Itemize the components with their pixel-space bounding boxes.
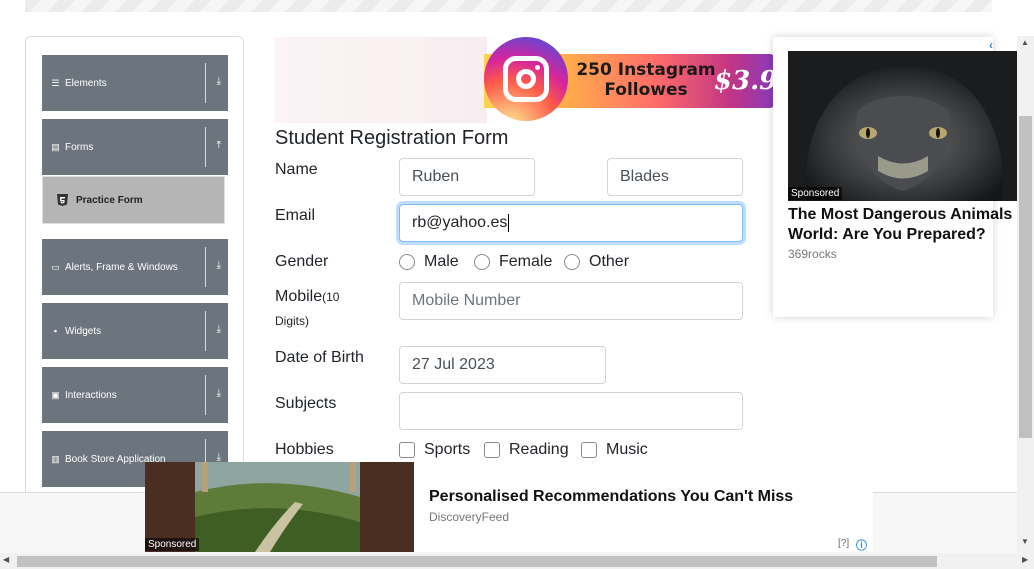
hobby-music-checkbox[interactable]: Music — [581, 441, 648, 459]
ad-headline[interactable]: The Most Dangerous Animals World: Are Yo… — [788, 205, 1016, 245]
expand-arrow-icon: ⤓ — [216, 388, 221, 399]
mobile-number-input[interactable]: Mobile Number — [399, 282, 743, 320]
ad-background — [275, 37, 487, 123]
sidebar-group-alerts[interactable]: ▭ Alerts, Frame & Windows ⤓ — [42, 239, 228, 295]
library-icon: ▥ — [51, 453, 60, 464]
mobile-label-text: Mobile — [275, 288, 323, 305]
email-label: Email — [275, 207, 316, 224]
ad-info-icon[interactable]: [?] — [838, 538, 849, 549]
expand-arrow-icon: ⤓ — [216, 76, 221, 87]
sidebar-item-label: Practice Form — [76, 194, 143, 206]
grid-icon: ▪ — [53, 325, 58, 336]
divider — [205, 375, 206, 415]
gender-other-radio[interactable]: Other — [564, 253, 629, 271]
email-input[interactable]: rb@yahoo.es — [399, 204, 743, 242]
email-value: rb@yahoo.es — [412, 214, 508, 231]
scrollbar-thumb[interactable] — [1019, 116, 1032, 438]
radio-button[interactable] — [399, 254, 415, 270]
ad-headline[interactable]: Personalised Recommendations You Can't M… — [429, 488, 793, 506]
window-icon: ▭ — [51, 261, 60, 272]
sidebar-group-elements[interactable]: ☰ Elements ⤓ — [42, 55, 228, 111]
sidebar-group-widgets[interactable]: ▪ Widgets ⤓ — [42, 303, 228, 359]
name-label: Name — [275, 161, 318, 178]
gender-female-radio[interactable]: Female — [474, 253, 552, 271]
scroll-right-icon[interactable]: ▶ — [1022, 555, 1028, 564]
ad-image[interactable] — [788, 51, 1017, 201]
gender-label: Gender — [275, 253, 329, 270]
scroll-up-icon[interactable]: ▲ — [1021, 38, 1029, 47]
hobbies-label: Hobbies — [275, 441, 334, 458]
sidebar-group-interactions[interactable]: ▣ Interactions ⤓ — [42, 367, 228, 423]
text-caret — [508, 214, 510, 232]
horizontal-scrollbar[interactable]: ◀ ▶ — [0, 553, 1034, 569]
document-icon: ▤ — [51, 141, 60, 152]
radio-button[interactable] — [564, 254, 580, 270]
sidebar-group-forms[interactable]: ▤ Forms ⤒ — [42, 119, 228, 175]
checkbox[interactable] — [581, 442, 597, 458]
sidebar-group-label: Alerts, Frame & Windows — [65, 261, 178, 273]
radio-label: Male — [424, 253, 459, 270]
radio-label: Other — [589, 253, 630, 270]
date-of-birth-input[interactable]: 27 Jul 2023 — [399, 346, 606, 384]
sidebar-group-label: Interactions — [65, 389, 117, 401]
mobile-label: Mobile(10 Digits) — [275, 285, 375, 333]
first-name-input[interactable]: Ruben — [399, 158, 535, 196]
sidebar-group-label: Elements — [65, 77, 107, 89]
radio-label: Female — [499, 253, 553, 270]
scroll-down-icon[interactable]: ▼ — [1021, 537, 1029, 546]
gender-male-radio[interactable]: Male — [399, 253, 459, 271]
divider — [205, 63, 206, 103]
adchoices-icon[interactable]: ⓘ — [856, 537, 867, 553]
form-title: Student Registration Form — [275, 127, 509, 149]
hobby-sports-checkbox[interactable]: Sports — [399, 441, 470, 459]
ad-close-icon[interactable]: ‹ — [989, 38, 993, 52]
ad-source[interactable]: 369rocks — [788, 247, 837, 261]
sponsored-badge: Sponsored — [788, 187, 843, 200]
checkbox-label: Music — [606, 441, 648, 458]
subjects-label: Subjects — [275, 395, 337, 412]
last-name-input[interactable]: Blades — [607, 158, 743, 196]
subjects-input[interactable] — [399, 392, 743, 430]
checkbox[interactable] — [484, 442, 500, 458]
html5-icon — [57, 194, 68, 206]
radio-button[interactable] — [474, 254, 490, 270]
sidebar-group-label: Widgets — [65, 325, 102, 337]
checkbox-label: Reading — [509, 441, 569, 458]
dob-label: Date of Birth — [275, 349, 364, 366]
collapse-arrow-icon: ⤒ — [216, 140, 221, 151]
ad-source[interactable]: DiscoveryFeed — [429, 510, 509, 524]
hobby-reading-checkbox[interactable]: Reading — [484, 441, 569, 459]
menu-icon: ☰ — [51, 77, 60, 88]
vertical-scrollbar[interactable]: ▲ ▼ — [1017, 36, 1034, 556]
sidebar-item-practice-form[interactable]: Practice Form — [42, 176, 225, 224]
sidebar-group-label: Forms — [65, 141, 94, 153]
checkbox-label: Sports — [424, 441, 471, 458]
expand-arrow-icon: ⤓ — [216, 324, 221, 335]
sidebar: ☰ Elements ⤓ ▤ Forms ⤒ Practice Form ▭ A… — [25, 36, 244, 506]
divider — [205, 247, 206, 287]
divider — [205, 311, 206, 351]
instagram-logo-icon — [484, 37, 568, 121]
divider — [205, 127, 206, 167]
ad-text: 250 Instagram Followes — [576, 60, 716, 100]
checkbox[interactable] — [399, 442, 415, 458]
scroll-left-icon[interactable]: ◀ — [3, 555, 9, 564]
scrollbar-thumb[interactable] — [17, 556, 937, 567]
ad-price: $3.9 — [714, 66, 774, 96]
sponsored-badge: Sponsored — [145, 538, 200, 551]
top-ad-strip — [25, 0, 992, 12]
list-icon: ▣ — [51, 389, 60, 400]
expand-arrow-icon: ⤓ — [216, 260, 221, 271]
